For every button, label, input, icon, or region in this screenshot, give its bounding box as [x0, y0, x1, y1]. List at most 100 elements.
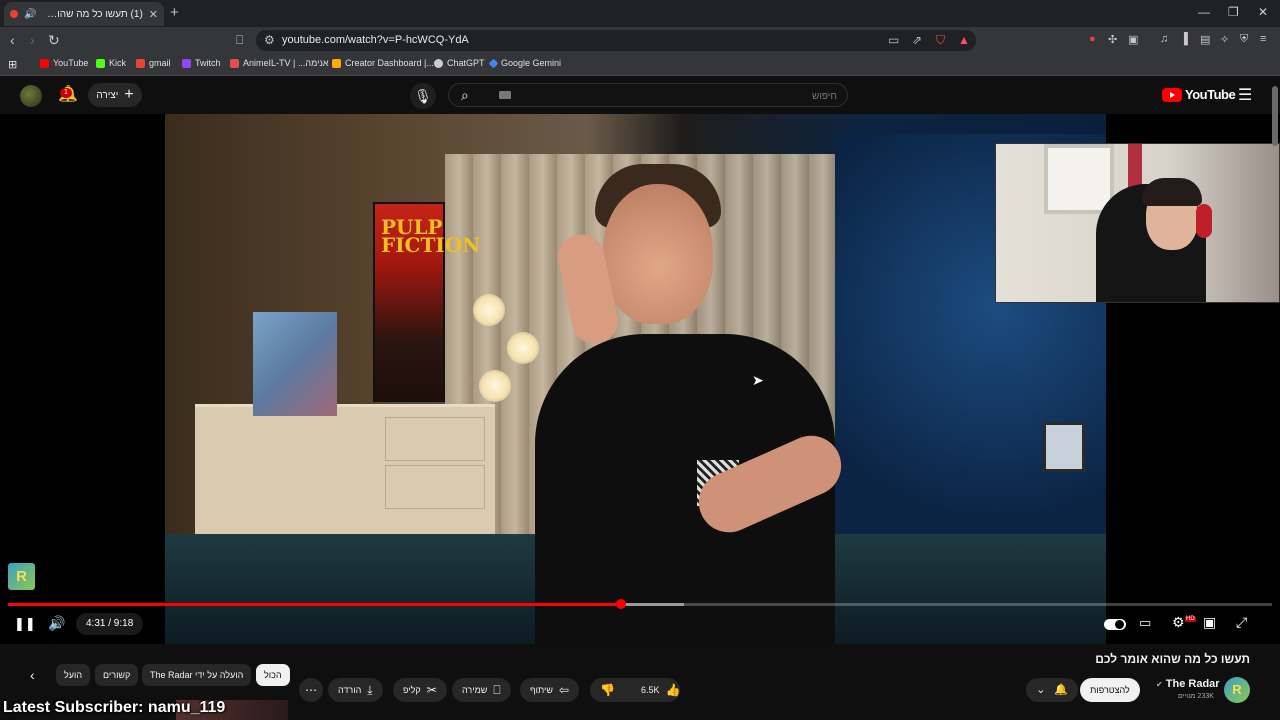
pause-icon[interactable]: ❚❚: [14, 616, 36, 632]
channel-watermark[interactable]: R: [8, 563, 35, 590]
bookmark-twitch[interactable]: Twitch: [182, 58, 221, 68]
bookmark-gmail[interactable]: gmail: [136, 58, 171, 68]
cast-icon[interactable]: ▭: [888, 33, 899, 47]
channel-name[interactable]: ✔ The Radar: [1156, 678, 1220, 690]
plus-icon: +: [124, 86, 134, 103]
progress-bar[interactable]: [8, 599, 1272, 609]
share-page-icon[interactable]: ⇗: [912, 33, 922, 47]
clip-button[interactable]: קליפ ✂: [393, 678, 447, 702]
chip-uploaded-partial[interactable]: הועל: [56, 664, 91, 686]
create-button[interactable]: יצירה +: [88, 83, 142, 107]
bookmarks-bar: ⊞ YouTube Kick gmail Twitch AnimeIL-TV |…: [0, 54, 1280, 76]
download-icon: ⤓: [367, 683, 373, 697]
fullscreen-icon[interactable]: ⤢: [1236, 614, 1247, 631]
video-frame[interactable]: PULP FICTION: [165, 114, 1106, 644]
like-count[interactable]: 6.5K: [641, 678, 660, 702]
wallet-icon[interactable]: ▣: [1128, 33, 1138, 46]
brave-shield-icon[interactable]: ⛉: [936, 33, 945, 48]
bell-icon: 🔔: [1054, 684, 1068, 696]
hamburger-menu-icon[interactable]: ☰: [1238, 85, 1252, 105]
more-actions-icon[interactable]: ⋯: [299, 678, 323, 702]
progress-played: [8, 603, 622, 606]
apps-grid-icon[interactable]: ⊞: [8, 58, 17, 71]
chip-uploaded-by[interactable]: The Radar הועלה על ידי: [142, 664, 252, 686]
subtitles-icon[interactable]: ▭: [1139, 615, 1151, 631]
verified-icon: ✔: [1156, 680, 1163, 689]
ai-icon[interactable]: ✧: [1220, 33, 1229, 46]
drawer: [385, 465, 485, 509]
new-tab-button[interactable]: +: [170, 4, 179, 21]
create-label: יצירה: [96, 89, 119, 101]
download-button[interactable]: הורדה ⤓: [328, 678, 383, 702]
vpn-icon[interactable]: ⛨: [1240, 33, 1248, 46]
account-avatar[interactable]: [20, 85, 42, 107]
bookmark-youtube[interactable]: YouTube: [40, 58, 88, 68]
page-scrollbar[interactable]: [1272, 86, 1278, 146]
video-wall-art: [253, 312, 337, 416]
share-label: שיתוף: [530, 685, 553, 695]
music-icon[interactable]: ♫: [1160, 33, 1168, 45]
address-bar[interactable]: ⚙ youtube.com/watch?v=P-hcWCQ-YdA ▭ ⇗ ⛉ …: [256, 30, 976, 51]
crypto-wallet-icon[interactable]: ▤: [1200, 33, 1210, 46]
bookmark-animeil[interactable]: AnimeIL-TV | ...אנימה: [230, 58, 329, 68]
voice-search-icon[interactable]: 🎙: [410, 83, 436, 109]
drawer: [385, 417, 485, 461]
url-text[interactable]: youtube.com/watch?v=P-hcWCQ-YdA: [282, 34, 469, 46]
mouse-cursor-icon: ➤: [752, 372, 764, 388]
progress-scrubber[interactable]: [616, 599, 627, 609]
webcam-overlay: [995, 143, 1280, 303]
site-info-icon[interactable]: ⚙: [264, 33, 275, 47]
gemini-icon: [488, 58, 499, 68]
browser-menu-icon[interactable]: ≡: [1260, 33, 1266, 45]
creator-dashboard-icon: [332, 58, 341, 68]
video-title: תעשו כל מה שהוא אומר לכם: [1095, 652, 1250, 666]
twitch-icon: [182, 58, 191, 68]
search-icon[interactable]: ⌕: [461, 87, 469, 104]
settings-gear-icon[interactable]: ⚙: [1172, 614, 1185, 631]
chip-all[interactable]: הכול: [256, 664, 290, 686]
minimize-button[interactable]: —: [1198, 5, 1210, 19]
volume-icon[interactable]: 🔊: [48, 615, 65, 632]
close-tab-icon[interactable]: ✕: [149, 8, 158, 21]
search-input[interactable]: [497, 88, 837, 104]
subscription-bell-button[interactable]: ⌄ 🔔: [1026, 678, 1078, 702]
tab-title: (1) תעשו כל מה שהוא אומר לכ: [42, 8, 143, 20]
photo-frame: [1043, 422, 1085, 472]
search-box[interactable]: ⌕: [448, 83, 848, 107]
latest-subscriber-overlay: Latest Subscriber: namu_119: [3, 699, 226, 716]
record-extension-icon[interactable]: ●: [1089, 33, 1096, 45]
kick-icon: [96, 58, 105, 68]
lamp-bulb: [473, 294, 505, 326]
bookmark-gemini[interactable]: Google Gemini: [488, 58, 561, 68]
speaker-icon[interactable]: 🔊: [24, 9, 36, 20]
bookmark-kick[interactable]: Kick: [96, 58, 126, 68]
youtube-logo[interactable]: YouTube: [1162, 87, 1236, 102]
channel-avatar[interactable]: R: [1224, 677, 1250, 703]
sidebar-icon[interactable]: ▐: [1180, 33, 1188, 45]
presenter-head: [603, 184, 713, 324]
bookmark-creator-dashboard[interactable]: Creator Dashboard |...: [332, 58, 434, 68]
bookmark-icon[interactable]: ⎕: [236, 33, 243, 48]
chip-related[interactable]: קשורים: [95, 664, 139, 686]
subscribe-button[interactable]: להצטרפות: [1080, 678, 1140, 702]
hd-badge: HD: [1185, 616, 1196, 622]
close-window-button[interactable]: ✕: [1258, 5, 1268, 19]
chips-prev-icon[interactable]: ‹: [30, 667, 35, 683]
share-button[interactable]: שיתוף ⇦: [520, 678, 579, 702]
dislike-icon[interactable]: 👎: [600, 678, 615, 702]
extensions-icon[interactable]: ✣: [1108, 33, 1117, 46]
save-bookmark-icon: ⎕: [493, 683, 501, 697]
theater-mode-icon[interactable]: ▣: [1203, 614, 1216, 631]
browser-tab[interactable]: 🔊 (1) תעשו כל מה שהוא אומר לכ ✕: [4, 2, 164, 26]
lamp-bulb: [479, 370, 511, 402]
back-icon[interactable]: ‹: [10, 32, 15, 48]
save-button[interactable]: שמירה ⎕: [452, 678, 511, 702]
like-icon[interactable]: 👍: [665, 678, 680, 702]
recording-icon: [10, 10, 18, 18]
bookmark-chatgpt[interactable]: ChatGPT: [434, 58, 485, 68]
maximize-button[interactable]: ❐: [1228, 5, 1239, 19]
forward-icon[interactable]: ›: [30, 32, 35, 48]
autoplay-toggle[interactable]: [1104, 619, 1126, 630]
reload-icon[interactable]: ↻: [48, 32, 60, 49]
rewards-icon[interactable]: ▲: [958, 33, 970, 47]
